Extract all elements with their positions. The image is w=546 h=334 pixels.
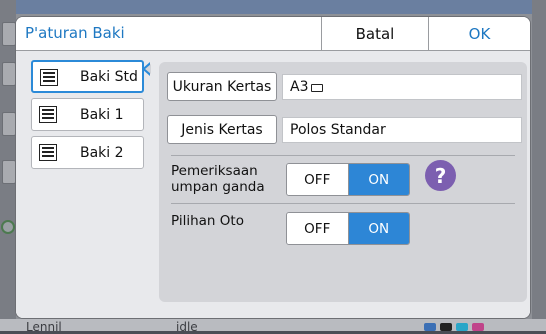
- tray-settings-dialog: P'aturan Baki Batal OK Baki Std Baki 1 B…: [16, 17, 530, 318]
- help-icon[interactable]: ?: [425, 160, 456, 191]
- dialog-header: P'aturan Baki Batal OK: [16, 17, 530, 51]
- toner-icon: [424, 323, 436, 331]
- tray-tab-label: Baki Std: [80, 69, 138, 85]
- background-status-bar: Lennil idle: [0, 319, 546, 334]
- background-status-text: idle: [176, 320, 198, 334]
- double-feed-on-button[interactable]: ON: [348, 164, 409, 195]
- cancel-button[interactable]: Batal: [321, 17, 428, 50]
- paper-type-button[interactable]: Jenis Kertas: [167, 115, 277, 144]
- tray-tab-2[interactable]: Baki 2: [31, 136, 144, 169]
- tray-settings-panel: Ukuran Kertas A3 Jenis Kertas Polos Stan…: [159, 62, 527, 302]
- landscape-paper-icon: [311, 84, 324, 92]
- background-thumbnail: [2, 62, 16, 86]
- background-header: [0, 0, 546, 14]
- background-thumbnail: [2, 112, 16, 136]
- tray-tab-standard[interactable]: Baki Std: [31, 60, 144, 93]
- paper-size-button[interactable]: Ukuran Kertas: [167, 72, 277, 101]
- tray-list-icon: [39, 106, 57, 123]
- tray-tab-label: Baki 2: [80, 145, 124, 161]
- toner-icon: [472, 323, 484, 331]
- double-feed-label-line: Pemeriksaan: [171, 163, 258, 179]
- double-feed-toggle[interactable]: OFF ON: [286, 163, 410, 196]
- double-feed-off-button[interactable]: OFF: [287, 164, 349, 195]
- paper-size-text: A3: [290, 79, 309, 95]
- background-thumbnail: [2, 22, 16, 46]
- tray-list-icon: [40, 69, 58, 86]
- ok-button[interactable]: OK: [428, 17, 530, 50]
- auto-select-toggle[interactable]: OFF ON: [286, 212, 410, 245]
- divider: [171, 155, 515, 156]
- auto-select-label: Pilihan Oto: [171, 213, 244, 229]
- toner-icon: [456, 323, 468, 331]
- toner-icon: [440, 323, 452, 331]
- tray-tab-label: Baki 1: [80, 107, 124, 123]
- background-status-text: Lennil: [26, 320, 62, 334]
- double-feed-label: Pemeriksaan umpan ganda: [171, 163, 265, 195]
- paper-size-value: A3: [282, 74, 522, 100]
- paper-type-value: Polos Standar: [282, 117, 522, 143]
- background-right-rail: [532, 0, 546, 331]
- divider: [171, 203, 515, 204]
- tray-tab-1[interactable]: Baki 1: [31, 98, 144, 131]
- dialog-title: P'aturan Baki: [25, 24, 125, 42]
- tray-list-icon: [39, 144, 57, 161]
- check-circle-icon: [1, 220, 15, 234]
- selection-pointer-fill: [145, 64, 151, 74]
- double-feed-label-line: umpan ganda: [171, 179, 265, 195]
- auto-select-off-button[interactable]: OFF: [287, 213, 349, 244]
- background-thumbnail: [2, 160, 16, 184]
- auto-select-on-button[interactable]: ON: [348, 213, 409, 244]
